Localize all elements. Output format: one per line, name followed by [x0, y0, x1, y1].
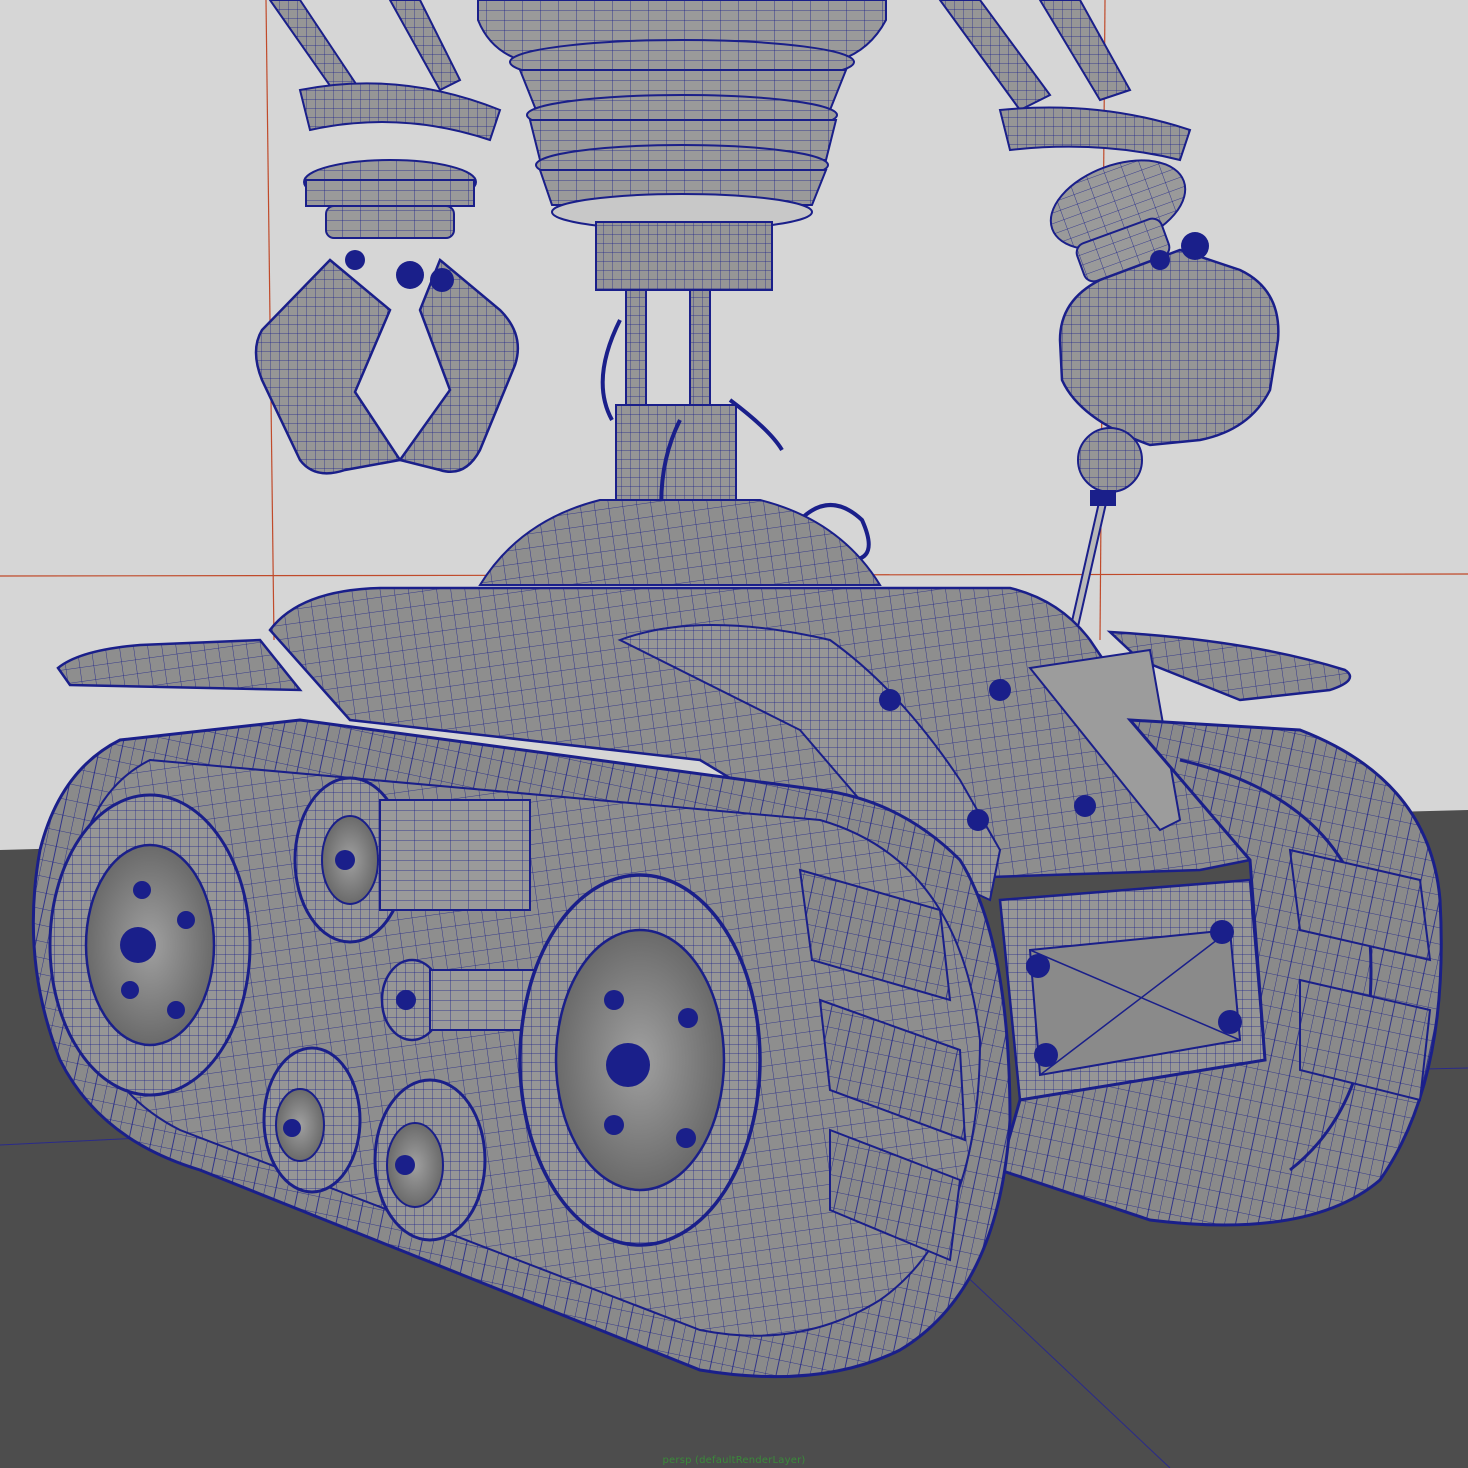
right-arm — [938, 0, 1192, 283]
robot-wireframe-scene[interactable] — [0, 0, 1468, 1468]
maya-perspective-viewport[interactable]: persp (defaultRenderLayer) — [0, 0, 1468, 1468]
dome-base — [478, 499, 882, 586]
road-wheel-lower-left — [262, 1046, 362, 1194]
left-claw — [254, 250, 520, 475]
left-arm — [268, 0, 502, 239]
wheel-rear-large — [48, 793, 252, 1097]
wheel-front-large — [518, 873, 762, 1247]
camera-label: persp (defaultRenderLayer) — [662, 1455, 806, 1466]
road-wheel-lower-right — [373, 1078, 487, 1242]
torso-bellows — [477, 0, 887, 291]
road-wheel-middle — [380, 958, 541, 1042]
